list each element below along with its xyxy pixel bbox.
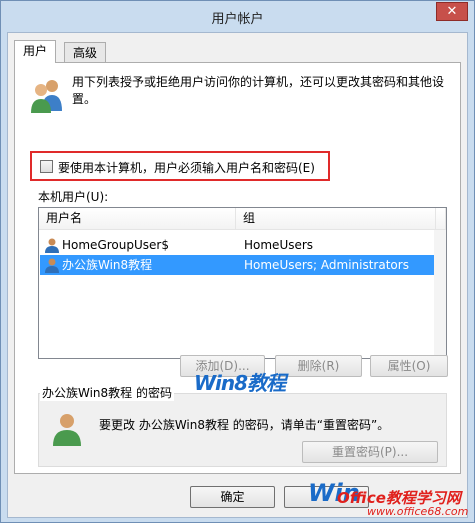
user-group: HomeUsers [244,238,314,252]
list-scroll-area [434,230,446,358]
properties-button[interactable]: 属性(O) [370,355,448,377]
password-group: 要更改 办公族Win8教程 的密码，请单击“重置密码”。 重置密码(P)... [38,393,447,467]
require-password-label[interactable]: 要使用本计算机，用户必须输入用户名和密码(E) [58,159,315,176]
column-header-group[interactable]: 组 [236,208,436,230]
users-group-icon [31,80,62,113]
window-title: 用户帐户 [211,12,264,27]
password-group-title: 办公族Win8教程 的密码 [40,384,174,401]
user-name: HomeGroupUser$ [62,238,169,252]
user-icon [53,414,81,446]
users-tab-panel: 用下列表授予或拒绝用户访问你的计算机，还可以更改其密码和其他设置。 要使用本计算… [14,62,461,474]
user-group: HomeUsers; Administrators [244,258,409,272]
close-icon[interactable]: ✕ [436,2,468,21]
column-header-username[interactable]: 用户名 [39,208,236,230]
ok-button[interactable]: 确定 [190,486,275,508]
delete-user-button[interactable]: 删除(R) [275,355,362,377]
local-users-label: 本机用户(U): [38,190,109,204]
watermark-url: www.office68.com [367,505,469,518]
reset-password-button[interactable]: 重置密码(P)... [302,441,438,463]
user-icon [45,238,59,253]
title-bar[interactable]: 用户帐户 ✕ [1,1,474,33]
tab-advanced[interactable]: 高级 [64,42,107,63]
require-password-highlight: 要使用本计算机，用户必须输入用户名和密码(E) [30,151,330,181]
table-row[interactable]: 办公族Win8教程 HomeUsers; Administrators [40,255,436,275]
users-list[interactable]: 用户名 组 HomeGroupUser$ HomeUsers 办公族Win8教程… [38,207,447,359]
user-accounts-window: 用户帐户 ✕ 用户 高级 用下列表授予或拒绝用户访问你的计算机，还可以更改其密码… [0,0,475,523]
user-icon [45,258,59,273]
tab-users[interactable]: 用户 [14,40,57,63]
intro-text: 用下列表授予或拒绝用户访问你的计算机，还可以更改其密码和其他设置。 [72,75,445,106]
column-header-filler [436,208,446,230]
table-row[interactable]: HomeGroupUser$ HomeUsers [40,235,436,255]
watermark-center: Win8教程 [194,371,286,395]
user-name: 办公族Win8教程 [62,258,153,272]
password-instructions: 要更改 办公族Win8教程 的密码，请单击“重置密码”。 [99,418,390,432]
dialog-body: 用户 高级 用下列表授予或拒绝用户访问你的计算机，还可以更改其密码和其他设置。 … [7,32,468,518]
require-password-checkbox[interactable] [40,160,53,173]
